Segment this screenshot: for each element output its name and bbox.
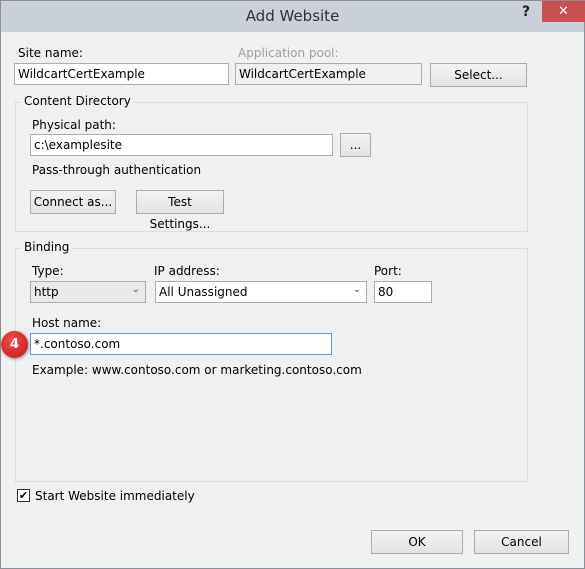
connect-as-button[interactable]: Connect as... (30, 190, 116, 214)
chevron-down-icon: ⌄ (131, 284, 140, 295)
cancel-button[interactable]: Cancel (474, 530, 569, 554)
physical-path-input[interactable]: c:\examplesite (30, 134, 333, 156)
title-bar: Add Website ? ✕ (1, 1, 585, 32)
close-button[interactable]: ✕ (542, 1, 585, 22)
port-label: Port: (374, 264, 402, 278)
host-name-input[interactable]: *.contoso.com (30, 333, 332, 355)
type-label: Type: (32, 264, 64, 278)
ok-button[interactable]: OK (371, 530, 463, 554)
site-name-input[interactable]: WildcartCertExample (14, 63, 229, 85)
ip-address-value: All Unassigned (159, 285, 248, 299)
step-badge: 4 (1, 331, 28, 358)
browse-button[interactable]: ... (340, 133, 371, 157)
select-app-pool-button[interactable]: Select... (430, 63, 527, 87)
test-settings-button[interactable]: Test Settings... (136, 190, 224, 231)
host-name-example: Example: www.contoso.com or marketing.co… (32, 363, 362, 377)
start-website-checkbox[interactable]: ✔ (17, 489, 30, 502)
content-directory-label: Content Directory (21, 94, 134, 108)
binding-label: Binding (21, 240, 73, 254)
app-pool-label: Application pool: (238, 46, 339, 60)
help-button[interactable]: ? (522, 4, 530, 20)
add-website-dialog: Add Website ? ✕ Site name: WildcartCertE… (0, 0, 585, 569)
type-value: http (34, 285, 59, 299)
ip-address-label: IP address: (154, 264, 220, 278)
host-name-label: Host name: (32, 316, 102, 330)
pass-through-auth-text: Pass-through authentication (32, 163, 202, 177)
physical-path-label: Physical path: (32, 118, 116, 132)
site-name-label: Site name: (18, 46, 83, 60)
ip-address-select[interactable]: All Unassigned ⌄ (155, 281, 367, 303)
chevron-down-icon: ⌄ (352, 284, 361, 295)
dialog-title: Add Website (245, 7, 340, 25)
app-pool-input: WildcartCertExample (235, 63, 422, 85)
type-select[interactable]: http ⌄ (30, 281, 146, 303)
port-input[interactable]: 80 (374, 281, 432, 303)
start-website-label: Start Website immediately (35, 489, 195, 503)
